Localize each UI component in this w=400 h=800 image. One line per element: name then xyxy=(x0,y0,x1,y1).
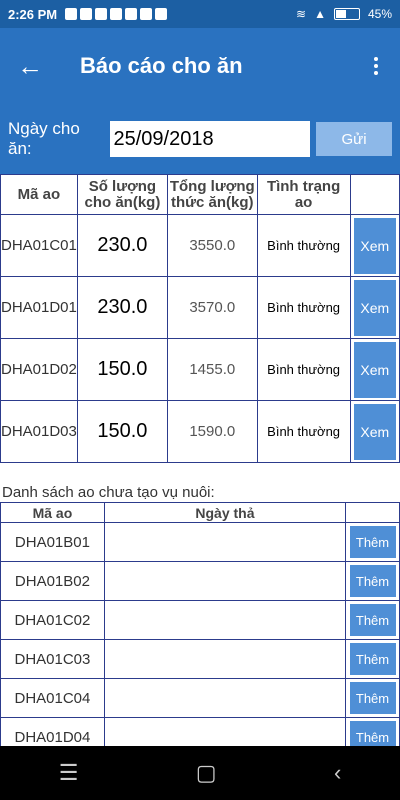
view-button[interactable]: Xem xyxy=(353,217,396,274)
notification-icon xyxy=(65,8,78,20)
table-header-row: Mã ao Ngày thả xyxy=(0,502,400,523)
table-row: DHA01C04 Thêm xyxy=(0,678,400,718)
table-row: DHA01D03 150.0 1590.0 Bình thường Xem xyxy=(0,400,400,463)
pond-code: DHA01D03 xyxy=(0,400,78,463)
add-button[interactable]: Thêm xyxy=(349,526,396,558)
pond-code: DHA01D02 xyxy=(0,338,78,401)
pond-status: Bình thường xyxy=(256,400,351,463)
send-button[interactable]: Gửi xyxy=(316,122,392,156)
table-header-row: Mã ao Số lượng cho ăn(kg) Tổng lượng thứ… xyxy=(0,174,400,215)
pond-status: Bình thường xyxy=(256,338,351,401)
battery-icon xyxy=(333,8,360,20)
notification-icon xyxy=(125,8,138,20)
table-row: DHA01C02 Thêm xyxy=(0,600,400,640)
header-action xyxy=(345,502,400,523)
pond-status: Bình thường xyxy=(256,276,351,339)
header-action xyxy=(349,174,400,215)
battery-level: 45% xyxy=(367,7,392,21)
feed-amount-input[interactable]: 150.0 xyxy=(76,400,168,463)
add-button[interactable]: Thêm xyxy=(349,565,396,597)
date-label: Ngày cho ăn: xyxy=(8,119,80,158)
arrow-back-icon[interactable]: ← xyxy=(0,36,60,96)
table-row: DHA01D02 150.0 1455.0 Bình thường Xem xyxy=(0,338,400,401)
add-button[interactable]: Thêm xyxy=(349,604,396,636)
total-feed: 1455.0 xyxy=(166,338,258,401)
header-feed-amount: Số lượng cho ăn(kg) xyxy=(76,174,168,215)
add-button[interactable]: Thêm xyxy=(349,643,396,675)
release-date-field[interactable] xyxy=(103,561,347,601)
view-button[interactable]: Xem xyxy=(353,279,396,336)
pond-code: DHA01C03 xyxy=(0,639,105,679)
nav-back-icon[interactable]: ‹ xyxy=(334,760,341,786)
release-date-field[interactable] xyxy=(103,678,347,718)
table-row: DHA01C03 Thêm xyxy=(0,639,400,679)
recent-apps-icon[interactable]: ☰ xyxy=(59,760,79,786)
pond-table: Mã ao Ngày thả DHA01B01 Thêm DHA01B02 Th… xyxy=(0,502,400,757)
feed-table: Mã ao Số lượng cho ăn(kg) Tổng lượng thứ… xyxy=(0,174,400,463)
notification-icon xyxy=(140,8,153,20)
header-pond-code: Mã ao xyxy=(0,502,105,523)
total-feed: 1590.0 xyxy=(166,400,258,463)
page-title: Báo cáo cho ăn xyxy=(80,53,243,78)
feed-date-input[interactable]: 25/09/2018 xyxy=(109,121,311,157)
release-date-field[interactable] xyxy=(103,600,347,640)
total-feed: 3550.0 xyxy=(166,214,258,277)
table-row: DHA01D01 230.0 3570.0 Bình thường Xem xyxy=(0,276,400,339)
notification-icon xyxy=(95,8,108,20)
add-button[interactable]: Thêm xyxy=(349,682,396,714)
status-time: 2:26 PM xyxy=(8,6,58,22)
pond-status: Bình thường xyxy=(256,214,351,277)
notification-icons xyxy=(65,8,168,20)
wifi-icon: ≋ xyxy=(296,7,307,21)
header-release-date: Ngày thả xyxy=(103,502,347,523)
view-button[interactable]: Xem xyxy=(353,403,396,460)
pond-code: DHA01C04 xyxy=(0,678,105,718)
home-icon[interactable]: ▢ xyxy=(196,760,217,786)
pond-code: DHA01C02 xyxy=(0,600,105,640)
more-vert-icon[interactable] xyxy=(352,57,400,75)
pond-code: DHA01D01 xyxy=(0,276,78,339)
release-date-field[interactable] xyxy=(103,522,347,562)
pond-code: DHA01B02 xyxy=(0,561,105,601)
view-button[interactable]: Xem xyxy=(353,341,396,398)
signal-icon: ▲ xyxy=(314,7,326,21)
feed-amount-input[interactable]: 230.0 xyxy=(76,214,168,277)
system-nav-bar: ☰ ▢ ‹ xyxy=(0,746,400,800)
pond-code: DHA01C01 xyxy=(0,214,78,277)
header-pond-code: Mã ao xyxy=(0,174,78,215)
notification-icon xyxy=(80,8,93,20)
notification-icon xyxy=(155,8,168,20)
table-row: DHA01C01 230.0 3550.0 Bình thường Xem xyxy=(0,214,400,277)
date-row: Ngày cho ăn: 25/09/2018 Gửi xyxy=(0,104,400,174)
table-row: DHA01B01 Thêm xyxy=(0,522,400,562)
app-bar: ← Báo cáo cho ăn xyxy=(0,28,400,104)
notification-icon xyxy=(110,8,123,20)
total-feed: 3570.0 xyxy=(166,276,258,339)
release-date-field[interactable] xyxy=(103,639,347,679)
header-total-feed: Tổng lượng thức ăn(kg) xyxy=(166,174,258,215)
table-row: DHA01B02 Thêm xyxy=(0,561,400,601)
section-label: Danh sách ao chưa tạo vụ nuôi: xyxy=(2,484,215,501)
feed-amount-input[interactable]: 150.0 xyxy=(76,338,168,401)
pond-code: DHA01B01 xyxy=(0,522,105,562)
status-bar: 2:26 PM ≋ ▲ 45% xyxy=(0,0,400,28)
feed-amount-input[interactable]: 230.0 xyxy=(76,276,168,339)
header-pond-status: Tình trạng ao xyxy=(256,174,351,215)
